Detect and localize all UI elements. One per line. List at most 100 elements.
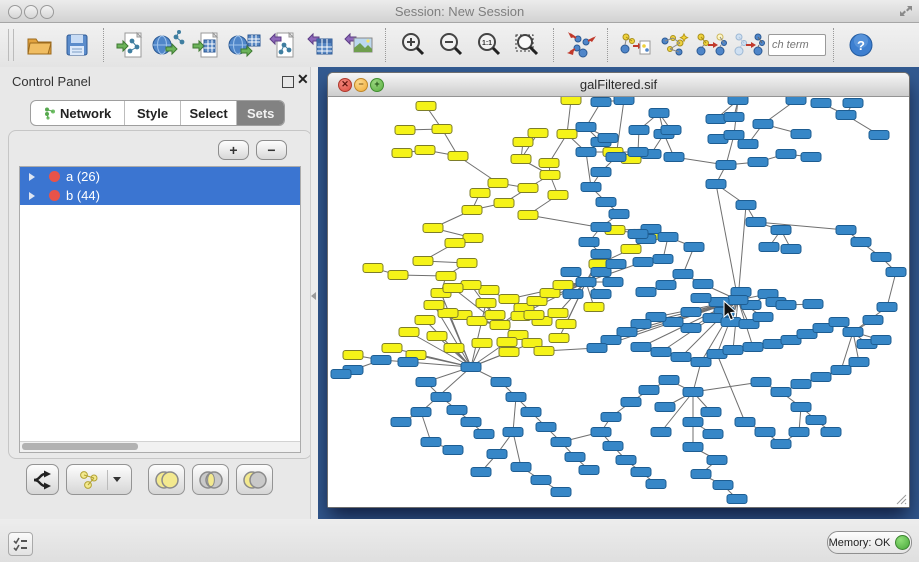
graph-node[interactable] — [735, 418, 755, 427]
graph-node[interactable] — [431, 393, 451, 402]
graph-node[interactable] — [399, 328, 419, 337]
graph-node[interactable] — [606, 153, 626, 162]
graph-node[interactable] — [836, 111, 856, 120]
graph-node[interactable] — [836, 226, 856, 235]
graph-node[interactable] — [548, 309, 568, 318]
graph-node[interactable] — [831, 366, 851, 375]
graph-node[interactable] — [561, 97, 581, 105]
graph-node[interactable] — [661, 126, 681, 135]
export-network-button[interactable] — [264, 26, 302, 64]
graph-node[interactable] — [673, 270, 693, 279]
graph-node[interactable] — [565, 453, 585, 462]
fullscreen-icon[interactable] — [899, 4, 913, 18]
graph-node[interactable] — [576, 278, 596, 287]
graph-node[interactable] — [746, 218, 766, 227]
graph-node[interactable] — [521, 408, 541, 417]
graph-node[interactable] — [869, 131, 889, 140]
graph-node[interactable] — [811, 373, 831, 382]
graph-node[interactable] — [791, 130, 811, 139]
network-window[interactable]: ✕ − + galFiltered.sif — [327, 72, 910, 508]
graph-node[interactable] — [472, 339, 492, 348]
graph-node[interactable] — [683, 418, 703, 427]
graph-node[interactable] — [331, 370, 351, 379]
graph-node[interactable] — [388, 271, 408, 280]
graph-node[interactable] — [755, 428, 775, 437]
graph-node[interactable] — [628, 148, 648, 157]
graph-node[interactable] — [411, 408, 431, 417]
graph-node[interactable] — [416, 102, 436, 111]
graph-node[interactable] — [467, 317, 487, 326]
zoom-actual-size-button[interactable]: 1:1 — [470, 26, 508, 64]
graph-node[interactable] — [561, 268, 581, 277]
expander-icon[interactable] — [29, 173, 35, 181]
graph-node[interactable] — [751, 378, 771, 387]
graph-node[interactable] — [801, 153, 821, 162]
graph-node[interactable] — [753, 313, 773, 322]
tab-network[interactable]: Network — [31, 101, 125, 125]
graph-node[interactable] — [748, 158, 768, 167]
graph-node[interactable] — [462, 206, 482, 215]
graph-node[interactable] — [716, 161, 736, 170]
graph-node[interactable] — [427, 332, 447, 341]
graph-node[interactable] — [789, 428, 809, 437]
graph-node[interactable] — [443, 446, 463, 455]
graph-node[interactable] — [415, 316, 435, 325]
graph-node[interactable] — [724, 113, 744, 122]
graph-node[interactable] — [563, 290, 583, 299]
help-button[interactable]: ? — [842, 26, 880, 64]
create-set-from-network-button[interactable] — [66, 464, 132, 495]
horizontal-scrollbar[interactable] — [20, 441, 300, 452]
graph-node[interactable] — [499, 295, 519, 304]
graph-node[interactable] — [651, 348, 671, 357]
graph-node[interactable] — [821, 428, 841, 437]
graph-node[interactable] — [706, 180, 726, 189]
memory-status-button[interactable]: Memory: OK — [827, 531, 912, 554]
graph-node[interactable] — [771, 226, 791, 235]
graph-node[interactable] — [536, 423, 556, 432]
graph-node[interactable] — [843, 99, 863, 108]
graph-node[interactable] — [806, 416, 826, 425]
graph-node[interactable] — [776, 150, 796, 159]
graph-node[interactable] — [518, 211, 538, 220]
graph-node[interactable] — [743, 343, 763, 352]
network-canvas[interactable] — [328, 97, 909, 507]
graph-node[interactable] — [631, 468, 651, 477]
graph-node[interactable] — [616, 456, 636, 465]
graph-node[interactable] — [776, 301, 796, 310]
graph-node[interactable] — [596, 198, 616, 207]
graph-node[interactable] — [649, 109, 669, 118]
graph-node[interactable] — [395, 126, 415, 135]
graph-node[interactable] — [444, 344, 464, 353]
graph-node[interactable] — [791, 403, 811, 412]
graph-node[interactable] — [811, 99, 831, 108]
graph-node[interactable] — [432, 125, 452, 134]
graph-node[interactable] — [671, 353, 691, 362]
graph-edge[interactable] — [471, 303, 486, 367]
graph-node[interactable] — [448, 152, 468, 161]
graph-node[interactable] — [691, 358, 711, 367]
new-network-from-selection-button[interactable] — [616, 26, 654, 64]
graph-node[interactable] — [851, 238, 871, 247]
graph-node[interactable] — [653, 255, 673, 264]
graph-node[interactable] — [490, 321, 510, 330]
remove-set-button[interactable]: − — [256, 140, 287, 160]
graph-node[interactable] — [724, 131, 744, 140]
graph-node[interactable] — [803, 300, 823, 309]
graph-node[interactable] — [591, 290, 611, 299]
graph-node[interactable] — [614, 97, 634, 105]
graph-node[interactable] — [664, 153, 684, 162]
graph-node[interactable] — [503, 428, 523, 437]
save-session-button[interactable] — [58, 26, 96, 64]
graph-node[interactable] — [871, 253, 891, 262]
graph-node[interactable] — [591, 98, 611, 107]
graph-node[interactable] — [791, 380, 811, 389]
graph-node[interactable] — [424, 301, 444, 310]
graph-node[interactable] — [681, 324, 701, 333]
graph-node[interactable] — [703, 314, 723, 323]
graph-node[interactable] — [391, 418, 411, 427]
graph-node[interactable] — [587, 344, 607, 353]
graph-edge[interactable] — [716, 184, 738, 300]
float-panel-icon[interactable] — [282, 76, 294, 88]
graph-node[interactable] — [606, 260, 626, 269]
graph-node[interactable] — [557, 130, 577, 139]
